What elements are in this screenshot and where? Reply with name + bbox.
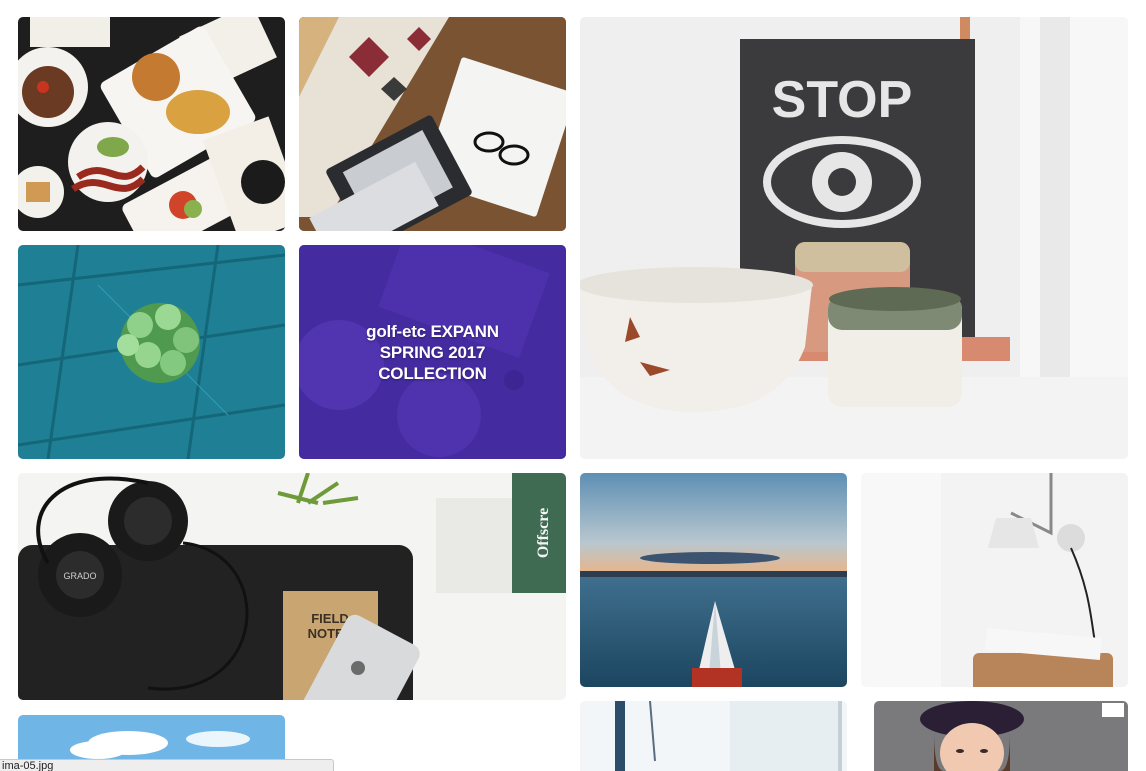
gallery-tile-ceramics[interactable]: STOP: [580, 17, 1128, 459]
headphones-brand-text: GRADO: [63, 571, 96, 581]
ceramics-image: STOP: [580, 17, 1128, 459]
text-line: FIELD: [311, 611, 349, 626]
headphones-image: Offscre GRADO FIELD NOTES: [18, 473, 566, 700]
plant-image: [18, 245, 285, 459]
gallery-tile-lamp[interactable]: [861, 473, 1128, 687]
book-spine-text: Offscre: [535, 508, 552, 558]
poster-text: STOP: [772, 71, 913, 129]
featured-collection-title: golf-etc EXPANN SPRING 2017 COLLECTION: [366, 321, 499, 383]
window-image: [580, 701, 847, 771]
gallery-tile-portrait[interactable]: [874, 701, 1128, 771]
gallery-tile-headphones[interactable]: Offscre GRADO FIELD NOTES: [18, 473, 566, 700]
gallery-tile-kayak[interactable]: [580, 473, 847, 687]
photo-gallery: STOP golf-etc EXPANN SPRING 2017 COLLECT…: [0, 0, 1146, 771]
food-image: [18, 17, 285, 231]
portrait-image: [874, 701, 1128, 771]
laptop-image: [299, 17, 566, 231]
gallery-tile-food[interactable]: [18, 17, 285, 231]
lamp-image: [861, 473, 1128, 687]
gallery-tile-featured-collection[interactable]: golf-etc EXPANN SPRING 2017 COLLECTION: [299, 245, 566, 459]
gallery-tile-laptop[interactable]: [299, 17, 566, 231]
browser-status-url: ima-05.jpg: [0, 759, 334, 771]
gallery-tile-plant[interactable]: [18, 245, 285, 459]
kayak-image: [580, 473, 847, 687]
gallery-tile-window[interactable]: [580, 701, 847, 771]
